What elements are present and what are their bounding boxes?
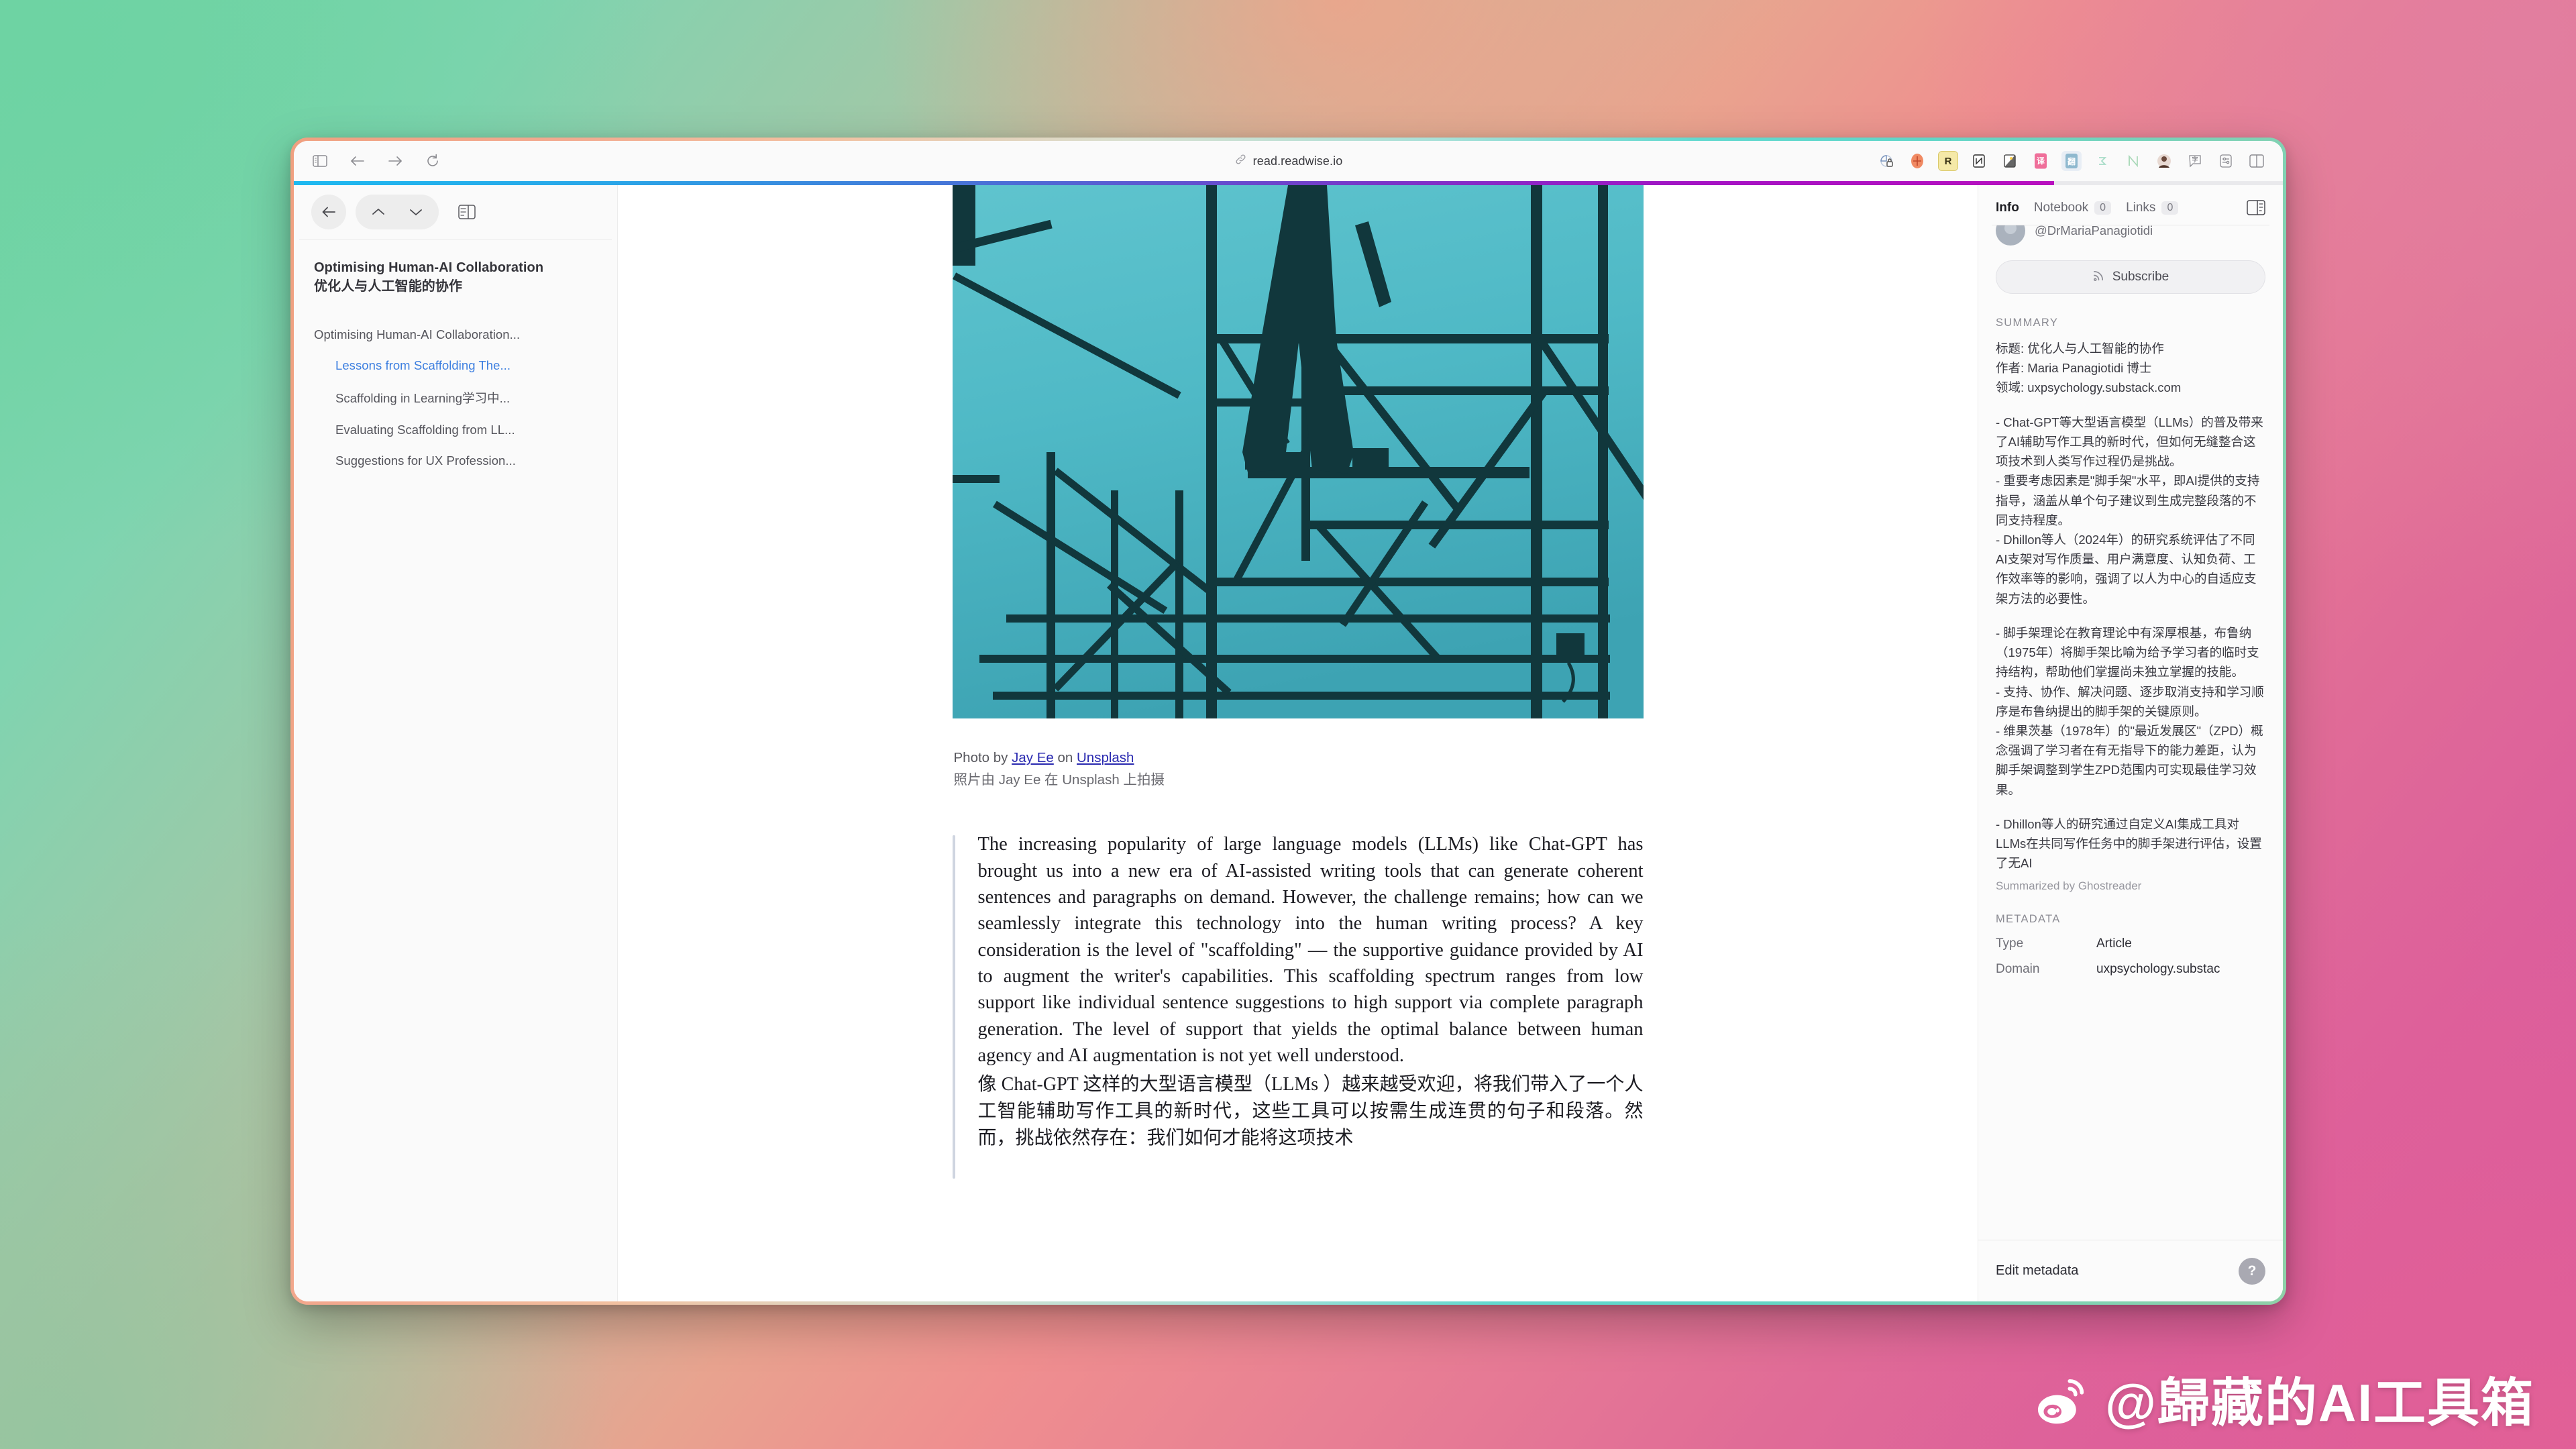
reload-icon[interactable] — [423, 151, 443, 171]
notion-web-clipper-icon[interactable] — [1969, 151, 1989, 171]
prev-next-pill — [356, 195, 439, 229]
toc-item-0[interactable]: Optimising Human-AI Collaboration... — [314, 319, 597, 350]
summary-line-1: 作者: Maria Panagiotidi 博士 — [1996, 361, 2152, 376]
prev-document-button[interactable] — [360, 195, 397, 229]
table-of-contents: Optimising Human-AI Collaboration... Les… — [314, 319, 597, 476]
metadata-key-type: Type — [1996, 936, 2024, 951]
summary-bullet-2-2: - 维果茨基（1978年）的"最近发展区"（ZPD）概念强调了学习者在有无指导下… — [1996, 723, 2263, 797]
metadata-key-domain: Domain — [1996, 962, 2040, 977]
metadata-row-type: Type Article — [1996, 936, 2265, 951]
info-scroll-area[interactable]: @DrMariaPanagiotidi Subscribe SUMMARY 标题… — [1978, 225, 2283, 1301]
settings-sliders-icon[interactable] — [2216, 151, 2236, 171]
document-title: Optimising Human-AI Collaboration 优化人与人工… — [314, 258, 597, 297]
immersive-translate-icon[interactable]: 翻 — [2061, 151, 2082, 171]
rss-icon — [2092, 269, 2105, 286]
article-hero-image — [952, 185, 1644, 718]
summary-bullet-3-0: - Dhillon等人的研究通过自定义AI集成工具对LLMs在共同写作任务中的脚… — [1996, 816, 2262, 871]
orange-cross-extension-icon[interactable] — [1907, 151, 1927, 171]
subscribe-button[interactable]: Subscribe — [1996, 260, 2265, 294]
article-body: The increasing popularity of large langu… — [952, 831, 1644, 1179]
tab-info[interactable]: Info — [1996, 201, 2019, 215]
summary-heading: SUMMARY — [1996, 317, 2059, 329]
article-paragraph-cn: 像 Chat-GPT 这样的大型语言模型（LLMs ）越来越受欢迎，将我们带入了… — [977, 1074, 1644, 1148]
info-panel: Info Notebook 0 Links 0 @DrMariaPanagiot… — [1978, 185, 2283, 1301]
article-paragraph-en: The increasing popularity of large langu… — [977, 834, 1644, 1067]
document-title-en: Optimising Human-AI Collaboration — [314, 260, 544, 275]
info-tabs: Info Notebook 0 Links 0 — [1978, 185, 2283, 225]
toc-item-2[interactable]: Scaffolding in Learning学习中... — [314, 381, 597, 415]
readwise-extension-icon[interactable]: R — [1938, 151, 1958, 171]
watermark: @歸藏的AI工具箱 — [2033, 1377, 2534, 1429]
translate-extension-icon[interactable]: 译 — [2031, 151, 2051, 171]
tab-notebook-label: Notebook — [2033, 200, 2089, 215]
info-panel-toggle-icon[interactable] — [2247, 200, 2265, 215]
extension-toolbar: R 译 翻 字 — [1876, 151, 2267, 171]
n-extension-icon[interactable] — [2123, 151, 2143, 171]
tab-links-count: 0 — [2161, 201, 2179, 215]
caption-mid: on — [1053, 750, 1077, 765]
summarized-by: Summarized by Ghostreader — [1996, 879, 2142, 893]
next-document-button[interactable] — [397, 195, 435, 229]
reader-content: Photo by Jay Ee on Unsplash 照片由 Jay Ee 在… — [618, 185, 1978, 1301]
summary-bullet-1-1: - 重要考虑因素是"脚手架"水平，即AI提供的支持指导，涵盖从单个句子建议到生成… — [1996, 474, 2260, 527]
toc-item-1[interactable]: Lessons from Scaffolding The... — [314, 350, 597, 381]
author-row: @DrMariaPanagiotidi — [1996, 225, 2265, 246]
split-view-icon[interactable] — [2247, 151, 2267, 171]
forward-icon[interactable] — [385, 151, 405, 171]
summary-line-0: 标题: 优化人与人工智能的协作 — [1996, 341, 2164, 356]
summary-line-2: 领域: uxpsychology.substack.com — [1996, 380, 2182, 395]
tab-info-label: Info — [1996, 200, 2019, 215]
photo-credit-cn: 照片由 Jay Ee 在 Unsplash 上拍摄 — [953, 772, 1165, 788]
toggle-outline-panel-button[interactable] — [452, 199, 482, 225]
document-title-cn: 优化人与人工智能的协作 — [314, 279, 463, 294]
summary-bullet-2-0: - 脚手架理论在教育理论中有深厚根基，布鲁纳（1975年）将脚手架比喻为给予学习… — [1996, 625, 2259, 680]
dark-reader-icon[interactable] — [2000, 151, 2020, 171]
tab-notebook[interactable]: Notebook 0 — [2033, 200, 2112, 215]
privacy-badger-icon[interactable] — [1876, 151, 1896, 171]
photo-caption: Photo by Jay Ee on Unsplash 照片由 Jay Ee 在… — [953, 747, 1644, 791]
tab-links-label: Links — [2126, 200, 2156, 215]
svg-text:翻: 翻 — [2068, 156, 2076, 166]
url-text: read.readwise.io — [1252, 154, 1343, 168]
edit-metadata-button[interactable]: Edit metadata — [1996, 1263, 2078, 1279]
summary-bullet-1-2: - Dhillon等人（2024年）的研究系统评估了不同AI支架对写作质量、用户… — [1996, 532, 2257, 606]
photo-author-link[interactable]: Jay Ee — [1012, 750, 1054, 765]
sidebar-toggle-icon[interactable] — [310, 151, 330, 171]
metadata-heading: METADATA — [1996, 913, 2061, 926]
summary-bullet-1-0: - Chat-GPT等大型语言模型（LLMs）的普及带来了AI辅助写作工具的新时… — [1996, 415, 2263, 469]
author-handle[interactable]: @DrMariaPanagiotidi — [2035, 225, 2153, 238]
author-avatar — [1996, 225, 2025, 246]
subscribe-label: Subscribe — [2112, 270, 2169, 284]
info-footer: Edit metadata ? — [1978, 1240, 2283, 1301]
browser-window: read.readwise.io R 译 翻 字 Optimising Huma… — [290, 138, 2286, 1305]
back-icon[interactable] — [347, 151, 368, 171]
watermark-text: @歸藏的AI工具箱 — [2104, 1373, 2534, 1432]
link-icon — [1234, 153, 1247, 169]
unsplash-link[interactable]: Unsplash — [1077, 750, 1134, 765]
help-button[interactable]: ? — [2239, 1257, 2265, 1285]
sigma-extension-icon[interactable] — [2092, 151, 2112, 171]
svg-text:字: 字 — [2192, 156, 2198, 163]
profile-avatar-icon[interactable] — [2154, 151, 2174, 171]
metadata-value-domain: uxpsychology.substac — [2096, 962, 2220, 977]
comment-extension-icon[interactable]: 字 — [2185, 151, 2205, 171]
metadata-value-type: Article — [2096, 936, 2132, 951]
summary-text: 标题: 优化人与人工智能的协作 作者: Maria Panagiotidi 博士… — [1996, 339, 2265, 873]
weibo-logo-icon — [2037, 1379, 2084, 1424]
caption-prefix: Photo by — [953, 750, 1012, 765]
document-sidebar: Optimising Human-AI Collaboration 优化人与人工… — [294, 185, 618, 1301]
tab-notebook-count: 0 — [2094, 201, 2112, 215]
sidebar-back-button[interactable] — [311, 195, 346, 229]
svg-text:译: 译 — [2037, 156, 2045, 166]
summary-bullet-2-1: - 支持、协作、解决问题、逐步取消支持和学习顺序是布鲁纳提出的脚手架的关键原则。 — [1996, 684, 2264, 718]
toc-item-3[interactable]: Evaluating Scaffolding from LL... — [314, 415, 597, 445]
tab-links[interactable]: Links 0 — [2126, 200, 2179, 215]
toc-item-4[interactable]: Suggestions for UX Profession... — [314, 445, 597, 476]
metadata-row-domain: Domain uxpsychology.substac — [1996, 962, 2265, 977]
browser-toolbar: read.readwise.io R 译 翻 字 — [294, 141, 2283, 181]
photo-credit-en: Photo by Jay Ee on Unsplash — [954, 747, 1644, 769]
